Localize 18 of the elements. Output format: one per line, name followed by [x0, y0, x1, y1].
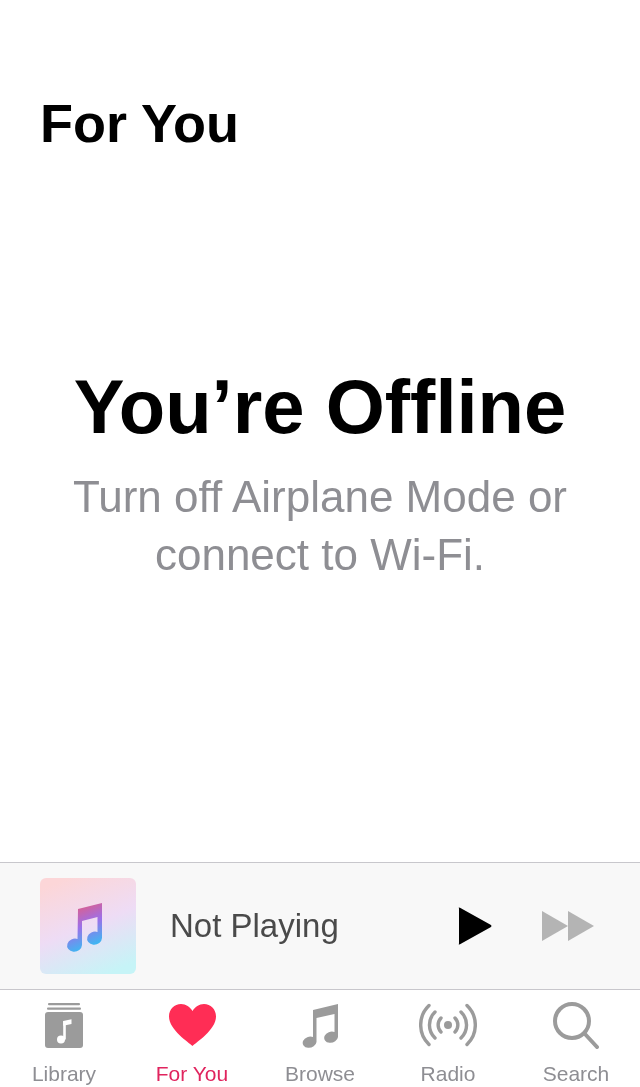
- album-stack-icon: [45, 1002, 83, 1048]
- music-note-tile-icon: [40, 878, 136, 974]
- offline-message: Turn off Airplane Mode or connect to Wi-Fi.: [71, 471, 569, 581]
- search-icon: [553, 1001, 599, 1049]
- page-title: For You: [40, 93, 239, 153]
- broadcast-icon: [419, 1002, 477, 1048]
- tab-bar-item[interactable]: Search: [512, 990, 640, 1087]
- tab-bar-item[interactable]: Radio: [384, 990, 512, 1087]
- track-title: Not Playing: [170, 906, 339, 946]
- play-icon: [458, 907, 492, 945]
- fast-forward-icon: [542, 910, 594, 942]
- tab-bar-item[interactable]: Browse: [256, 990, 384, 1087]
- play-button[interactable]: [458, 907, 492, 945]
- tab-bar-item[interactable]: Library: [0, 990, 128, 1087]
- music-note-icon: [300, 1002, 340, 1048]
- offline-heading: You’re Offline: [73, 365, 567, 449]
- tab-bar-item[interactable]: For You: [128, 990, 256, 1087]
- heart-icon: [168, 1004, 216, 1046]
